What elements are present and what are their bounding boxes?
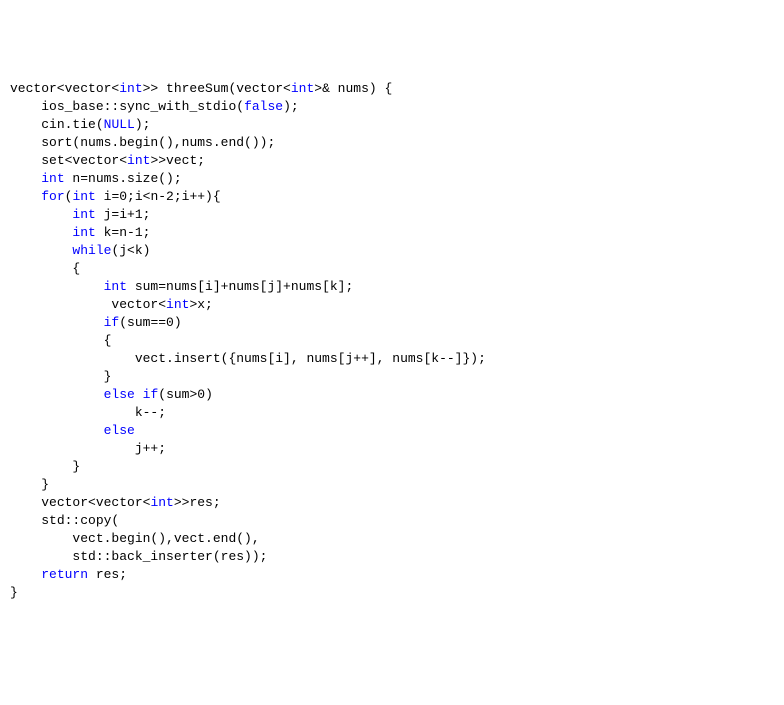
code-token: res;	[88, 567, 127, 582]
code-line: vect.begin(),vect.end(),	[10, 530, 774, 548]
code-token: int	[166, 297, 189, 312]
code-token: int	[72, 225, 95, 240]
code-line: vector<vector<int>>res;	[10, 494, 774, 512]
code-token: }	[10, 585, 18, 600]
code-token: k--;	[135, 405, 166, 420]
code-line: std::copy(	[10, 512, 774, 530]
code-line: int k=n-1;	[10, 224, 774, 242]
code-token: (sum==0)	[119, 315, 181, 330]
code-token: int	[291, 81, 314, 96]
code-token: set<vector<	[41, 153, 127, 168]
code-line: {	[10, 260, 774, 278]
code-line: }	[10, 476, 774, 494]
code-token: return	[41, 567, 88, 582]
code-token: vector<	[104, 297, 166, 312]
code-token: n=nums.size();	[65, 171, 182, 186]
code-token: int	[41, 171, 64, 186]
code-line: }	[10, 368, 774, 386]
code-token: false	[244, 99, 283, 114]
code-line: else	[10, 422, 774, 440]
code-token: i=0;i<n-2;i++){	[96, 189, 221, 204]
code-token: int	[119, 81, 142, 96]
code-token: }	[104, 369, 112, 384]
code-line: sort(nums.begin(),nums.end());	[10, 134, 774, 152]
code-line: k--;	[10, 404, 774, 422]
code-line: }	[10, 584, 774, 602]
code-line: else if(sum>0)	[10, 386, 774, 404]
code-line: {	[10, 332, 774, 350]
code-line: int sum=nums[i]+nums[j]+nums[k];	[10, 278, 774, 296]
code-token: >& nums) {	[314, 81, 392, 96]
code-token: {	[72, 261, 80, 276]
code-token: int	[104, 279, 127, 294]
code-token: vector<vector<	[41, 495, 150, 510]
code-token: std::copy(	[41, 513, 119, 528]
code-token: ios_base::sync_with_stdio(	[41, 99, 244, 114]
code-token: );	[135, 117, 151, 132]
code-token: NULL	[104, 117, 135, 132]
code-line: return res;	[10, 566, 774, 584]
code-token: >>res;	[174, 495, 221, 510]
code-token: std::back_inserter(res));	[72, 549, 267, 564]
code-line: vect.insert({nums[i], nums[j++], nums[k-…	[10, 350, 774, 368]
code-token: else	[104, 423, 135, 438]
code-token: j++;	[135, 441, 166, 456]
code-token: while	[72, 243, 111, 258]
code-line: set<vector<int>>vect;	[10, 152, 774, 170]
code-line: }	[10, 458, 774, 476]
code-token: }	[72, 459, 80, 474]
code-token: int	[127, 153, 150, 168]
code-token: if	[104, 315, 120, 330]
code-token: cin.tie(	[41, 117, 103, 132]
code-token: else	[104, 387, 135, 402]
code-token: );	[283, 99, 299, 114]
code-block: vector<vector<int>> threeSum(vector<int>…	[10, 80, 774, 602]
code-token: k=n-1;	[96, 225, 151, 240]
code-line: if(sum==0)	[10, 314, 774, 332]
code-token: if	[143, 387, 159, 402]
code-token: sort(nums.begin(),nums.end());	[41, 135, 275, 150]
code-token: vect.insert({nums[i], nums[j++], nums[k-…	[135, 351, 486, 366]
code-token: j=i+1;	[96, 207, 151, 222]
code-line: int n=nums.size();	[10, 170, 774, 188]
code-token: sum=nums[i]+nums[j]+nums[k];	[127, 279, 353, 294]
code-line: j++;	[10, 440, 774, 458]
code-token: >> threeSum(vector<	[143, 81, 291, 96]
code-line: vector<int>x;	[10, 296, 774, 314]
code-line: vector<vector<int>> threeSum(vector<int>…	[10, 80, 774, 98]
code-token: int	[72, 207, 95, 222]
code-token: vector<vector<	[10, 81, 119, 96]
code-token: >x;	[189, 297, 212, 312]
code-line: for(int i=0;i<n-2;i++){	[10, 188, 774, 206]
code-line: while(j<k)	[10, 242, 774, 260]
code-token: }	[41, 477, 49, 492]
code-token: vect.begin(),vect.end(),	[72, 531, 259, 546]
code-line: ios_base::sync_with_stdio(false);	[10, 98, 774, 116]
code-token: (j<k)	[111, 243, 150, 258]
code-token: {	[104, 333, 112, 348]
code-token	[135, 387, 143, 402]
code-line: int j=i+1;	[10, 206, 774, 224]
code-token: for	[41, 189, 64, 204]
code-token: >>vect;	[150, 153, 205, 168]
code-token: (sum>0)	[158, 387, 213, 402]
code-line: cin.tie(NULL);	[10, 116, 774, 134]
code-token: int	[72, 189, 95, 204]
code-token: int	[150, 495, 173, 510]
code-line: std::back_inserter(res));	[10, 548, 774, 566]
